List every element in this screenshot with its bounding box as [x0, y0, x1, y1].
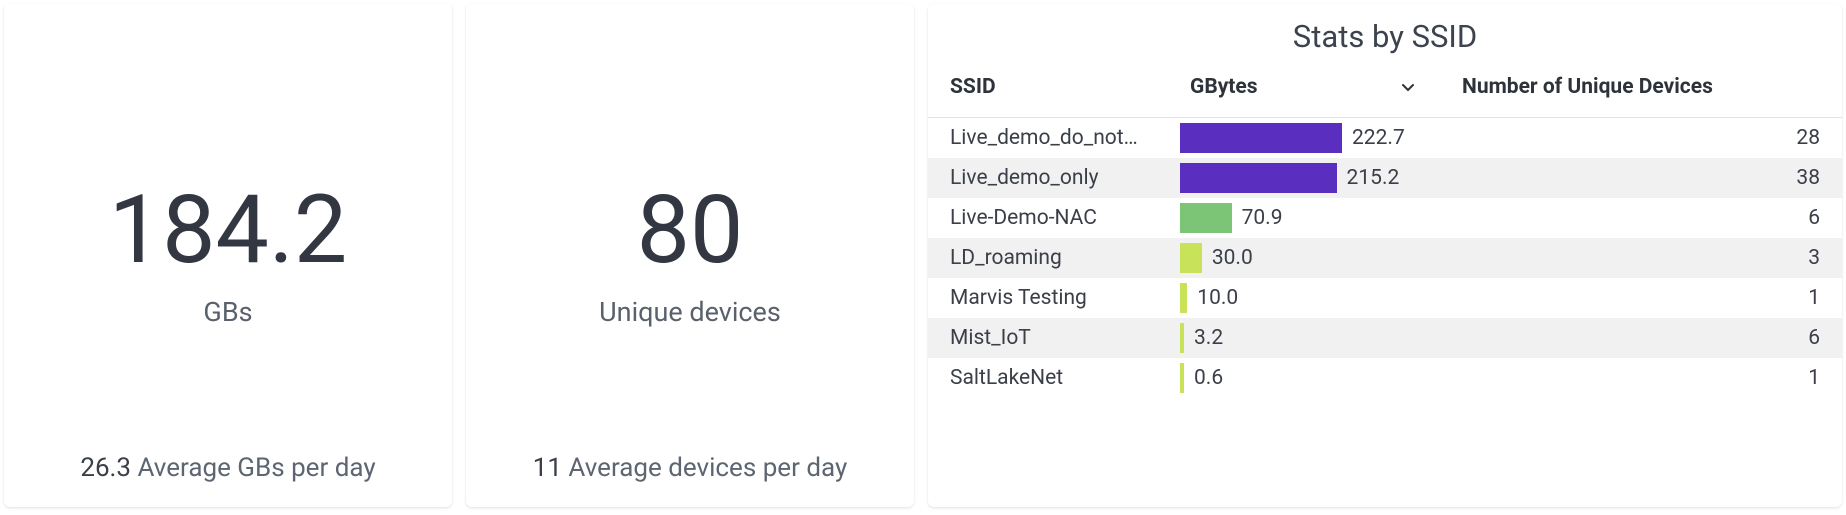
- cell-gbytes: 10.0: [1168, 278, 1440, 318]
- cell-gbytes: 215.2: [1168, 158, 1440, 198]
- gbs-footer-text: Average GBs per day: [137, 453, 375, 483]
- cell-devices: 3: [1440, 238, 1842, 278]
- cell-gbytes: 222.7: [1168, 118, 1440, 158]
- table-row[interactable]: SaltLakeNet 0.6 1: [928, 358, 1842, 398]
- gbytes-bar: [1180, 323, 1184, 353]
- cell-ssid: Live-Demo-NAC: [928, 198, 1168, 238]
- table-row[interactable]: Live_demo_do_not_re... 222.7 28: [928, 118, 1842, 158]
- gbytes-bar: [1180, 203, 1232, 233]
- devices-footer-text: Average devices per day: [568, 453, 847, 483]
- devices-label: Unique devices: [599, 296, 781, 328]
- gbytes-bar-label: 3.2: [1194, 326, 1223, 350]
- devices-footer-number: 11: [533, 453, 562, 483]
- gbytes-bar: [1180, 243, 1202, 273]
- gbytes-bar-label: 222.7: [1352, 126, 1405, 150]
- col-header-devices[interactable]: Number of Unique Devices: [1440, 65, 1842, 118]
- gbytes-bar: [1180, 283, 1187, 313]
- cell-devices: 1: [1440, 278, 1842, 318]
- devices-footer: 11 Average devices per day: [466, 453, 914, 483]
- cell-devices: 28: [1440, 118, 1842, 158]
- cell-ssid: SaltLakeNet: [928, 358, 1168, 398]
- cell-ssid: LD_roaming: [928, 238, 1168, 278]
- col-header-gbytes-label: GBytes: [1190, 75, 1258, 99]
- devices-card: 80 Unique devices 11 Average devices per…: [466, 4, 914, 507]
- gbytes-bar-label: 0.6: [1194, 366, 1223, 390]
- chevron-down-icon[interactable]: [1398, 77, 1418, 103]
- cell-devices: 6: [1440, 318, 1842, 358]
- cell-ssid: Marvis Testing: [928, 278, 1168, 318]
- cell-gbytes: 30.0: [1168, 238, 1440, 278]
- cell-ssid: Live_demo_only: [928, 158, 1168, 198]
- cell-ssid: Live_demo_do_not_re...: [928, 118, 1168, 158]
- col-header-ssid[interactable]: SSID: [928, 65, 1168, 118]
- gbytes-bar: [1180, 363, 1184, 393]
- gbytes-bar-label: 215.2: [1347, 166, 1400, 190]
- stats-by-ssid-card: Stats by SSID SSID GBytes Number of Uniq…: [928, 4, 1842, 507]
- cell-gbytes: 0.6: [1168, 358, 1440, 398]
- gbytes-bar: [1180, 163, 1337, 193]
- table-row[interactable]: Mist_IoT 3.2 6: [928, 318, 1842, 358]
- gbytes-bar-label: 10.0: [1197, 286, 1238, 310]
- cell-gbytes: 70.9: [1168, 198, 1440, 238]
- cell-devices: 6: [1440, 198, 1842, 238]
- gbs-footer: 26.3 Average GBs per day: [4, 453, 452, 483]
- gbs-label: GBs: [203, 296, 252, 328]
- gbytes-bar-label: 70.9: [1242, 206, 1283, 230]
- cell-devices: 1: [1440, 358, 1842, 398]
- col-header-gbytes[interactable]: GBytes: [1168, 65, 1440, 118]
- gbs-footer-number: 26.3: [80, 453, 131, 483]
- table-title: Stats by SSID: [928, 4, 1842, 65]
- gbs-value: 184.2: [109, 183, 348, 278]
- table-row[interactable]: LD_roaming 30.0 3: [928, 238, 1842, 278]
- table-row[interactable]: Live_demo_only 215.2 38: [928, 158, 1842, 198]
- table-header-row: SSID GBytes Number of Unique Devices: [928, 65, 1842, 118]
- cell-gbytes: 3.2: [1168, 318, 1440, 358]
- cell-devices: 38: [1440, 158, 1842, 198]
- table-row[interactable]: Live-Demo-NAC 70.9 6: [928, 198, 1842, 238]
- devices-value: 80: [637, 183, 744, 278]
- table-row[interactable]: Marvis Testing 10.0 1: [928, 278, 1842, 318]
- gbytes-bar-label: 30.0: [1212, 246, 1253, 270]
- cell-ssid: Mist_IoT: [928, 318, 1168, 358]
- gbs-card: 184.2 GBs 26.3 Average GBs per day: [4, 4, 452, 507]
- stats-table: SSID GBytes Number of Unique Devices Liv…: [928, 65, 1842, 398]
- gbytes-bar: [1180, 123, 1342, 153]
